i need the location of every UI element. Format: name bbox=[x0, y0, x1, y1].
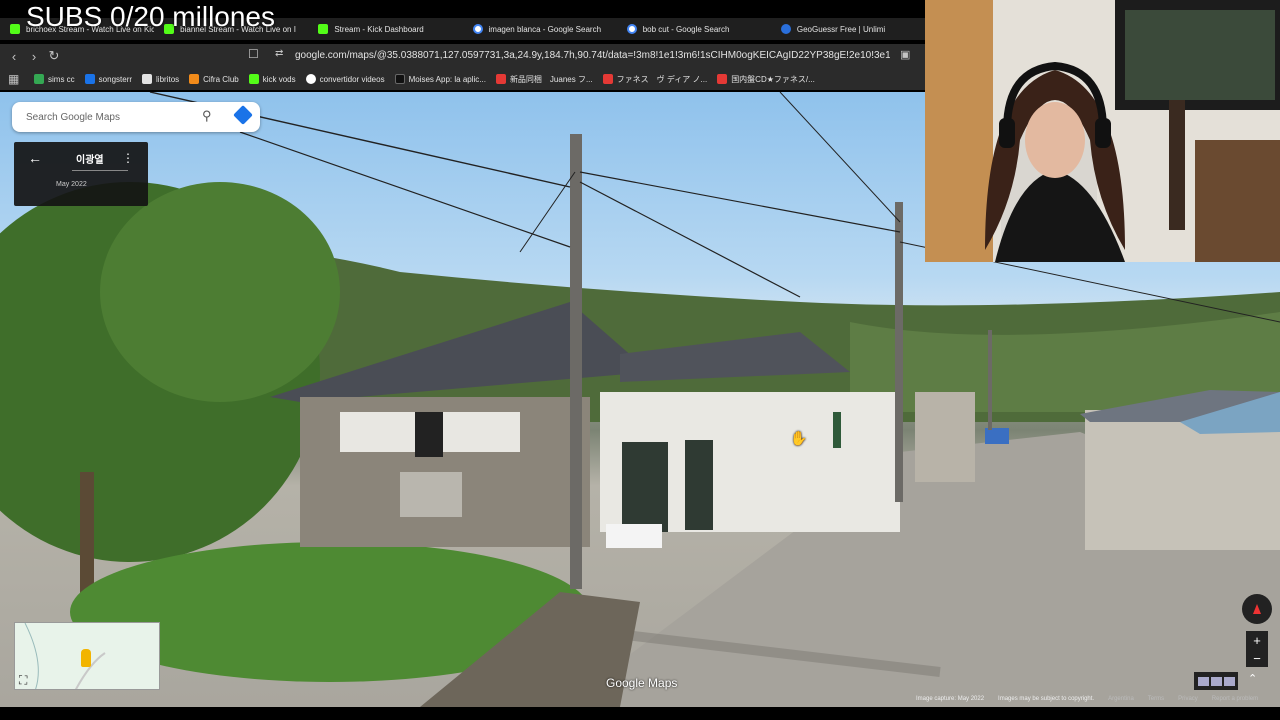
capture-date[interactable]: May 2022 bbox=[56, 181, 87, 188]
privacy-link[interactable]: Privacy bbox=[1178, 696, 1198, 706]
bookmark-item[interactable]: 新品同梱 Juanes フ... bbox=[495, 74, 593, 85]
report-link[interactable]: Report a problem bbox=[1212, 696, 1258, 706]
bookmark-label: Moises App: la aplic... bbox=[408, 74, 486, 84]
screen: ⚲ ← 이광열 ⋮ May 2022 ⛶ ✋ Google Maps + bbox=[0, 0, 1280, 720]
kick-icon bbox=[10, 24, 20, 34]
location-name: 이광열 bbox=[76, 155, 104, 166]
terms-link[interactable]: Terms bbox=[1148, 696, 1164, 706]
bookmark-label: libritos bbox=[156, 74, 180, 84]
image-capture-text: Image capture: May 2022 bbox=[916, 696, 985, 702]
collapse-chevron-icon[interactable]: ⌃ bbox=[1248, 672, 1257, 685]
bookmark-item[interactable]: songsterr bbox=[84, 74, 133, 84]
bookmark-icon bbox=[717, 74, 728, 84]
subs-counter-overlay: SUBS 0/20 millones bbox=[26, 1, 276, 32]
pegman-icon[interactable] bbox=[81, 649, 91, 667]
search-input[interactable] bbox=[26, 111, 196, 123]
location-info-card: ← 이광열 ⋮ May 2022 bbox=[14, 142, 148, 206]
bookmark-icon bbox=[189, 74, 200, 84]
tab-3[interactable]: imagen blanca - Google Search bbox=[463, 18, 617, 40]
bookmark-icon bbox=[394, 74, 405, 84]
reload-icon[interactable]: ↻ bbox=[44, 46, 64, 66]
maps-search-box[interactable]: ⚲ bbox=[12, 102, 260, 132]
google-maps-logo: Google Maps bbox=[606, 676, 678, 690]
kick-icon bbox=[318, 24, 329, 34]
bookmark-item[interactable]: kick vods bbox=[248, 74, 296, 84]
bookmark-icon[interactable]: ☐ bbox=[248, 47, 259, 61]
compass-needle-icon bbox=[1253, 604, 1261, 614]
expand-map-icon[interactable]: ⛶ bbox=[19, 673, 27, 688]
bookmark-icon bbox=[495, 74, 506, 84]
bookmark-label: convertidor videos bbox=[319, 74, 385, 84]
more-options-icon[interactable]: ⋮ bbox=[122, 151, 134, 165]
bookmark-label: 新品同梱 Juanes フ... bbox=[509, 74, 593, 84]
bookmark-label: kick vods bbox=[262, 74, 296, 84]
webcam-overlay bbox=[925, 0, 1280, 262]
webcam-feed-image bbox=[925, 0, 1280, 262]
minimap[interactable]: ⛶ bbox=[14, 622, 160, 690]
bookmark-icon bbox=[602, 74, 613, 84]
google-icon bbox=[472, 24, 483, 34]
country-link[interactable]: Argentina bbox=[1108, 696, 1134, 706]
bookmark-item[interactable]: Moises App: la aplic... bbox=[394, 74, 486, 84]
bookmark-icon bbox=[305, 74, 316, 84]
divider bbox=[72, 170, 128, 171]
search-icon[interactable]: ⚲ bbox=[202, 108, 212, 124]
bookmarks-bar: ▦ sims cc songsterr libritos Cifra Club … bbox=[0, 68, 925, 90]
geoguessr-icon bbox=[780, 24, 791, 34]
bookmark-item[interactable]: convertidor videos bbox=[305, 74, 385, 84]
back-arrow-icon[interactable]: ← bbox=[28, 150, 42, 166]
bookmark-icon bbox=[248, 74, 259, 84]
tab-label: GeoGuessr Free | Unlimi bbox=[796, 24, 886, 34]
tab-4[interactable]: bob cut - Google Search bbox=[617, 18, 771, 40]
layer-thumb-icon bbox=[1210, 676, 1222, 686]
bookmark-item[interactable]: ファネス ヴ ディア ノ... bbox=[602, 74, 708, 85]
bookmark-label: ファネス ヴ ディア ノ... bbox=[616, 74, 708, 84]
tab-label: bob cut - Google Search bbox=[642, 24, 730, 34]
bookmark-item[interactable]: libritos bbox=[142, 74, 179, 84]
zoom-in-icon[interactable]: + bbox=[1253, 633, 1261, 648]
apps-grid-icon[interactable]: ▦ bbox=[8, 72, 24, 86]
layers-toggle[interactable] bbox=[1194, 672, 1238, 690]
layer-thumb-icon bbox=[1197, 676, 1209, 686]
bookmark-label: songsterr bbox=[98, 74, 133, 84]
browser-nav-bar: ‹ › ↻ ☐ google.com/maps/@35.0388071,127.… bbox=[0, 44, 925, 68]
tab-label: Stream - Kick Dashboard bbox=[334, 24, 424, 34]
bookmark-label: 国内盤CD★ファネス/... bbox=[731, 74, 815, 84]
copyright-text: Images may be subject to copyright. bbox=[998, 696, 1095, 702]
google-icon bbox=[626, 24, 637, 34]
bookmark-item[interactable]: 国内盤CD★ファネス/... bbox=[717, 74, 815, 85]
bookmark-icon bbox=[84, 74, 95, 84]
bookmark-item[interactable]: Cifra Club bbox=[189, 74, 239, 84]
bookmark-icon bbox=[142, 74, 153, 84]
bookmark-item[interactable]: sims cc bbox=[34, 74, 75, 84]
tab-2[interactable]: Stream - Kick Dashboard bbox=[308, 18, 462, 40]
tab-5[interactable]: GeoGuessr Free | Unlimi bbox=[771, 18, 925, 40]
forward-icon[interactable]: › bbox=[24, 46, 44, 66]
layer-thumb-icon bbox=[1223, 676, 1235, 686]
maps-footer: Image capture: May 2022 Images may be su… bbox=[916, 696, 1258, 706]
tab-label: imagen blanca - Google Search bbox=[488, 24, 602, 34]
bookmark-label: Cifra Club bbox=[203, 74, 239, 84]
site-info-icon[interactable]: ⇄ bbox=[275, 48, 283, 59]
bookmark-icon bbox=[34, 74, 44, 84]
back-icon[interactable]: ‹ bbox=[4, 46, 24, 66]
address-bar[interactable]: google.com/maps/@35.0388071,127.0597731,… bbox=[270, 46, 890, 66]
hand-cursor-icon: ✋ bbox=[790, 430, 808, 446]
zoom-controls: + − bbox=[1246, 631, 1268, 667]
bookmark-label: sims cc bbox=[48, 74, 75, 84]
directions-icon[interactable] bbox=[233, 105, 253, 125]
compass[interactable] bbox=[1242, 594, 1272, 624]
zoom-out-icon[interactable]: − bbox=[1253, 651, 1261, 666]
extension-icon[interactable]: ▣ bbox=[900, 48, 910, 61]
